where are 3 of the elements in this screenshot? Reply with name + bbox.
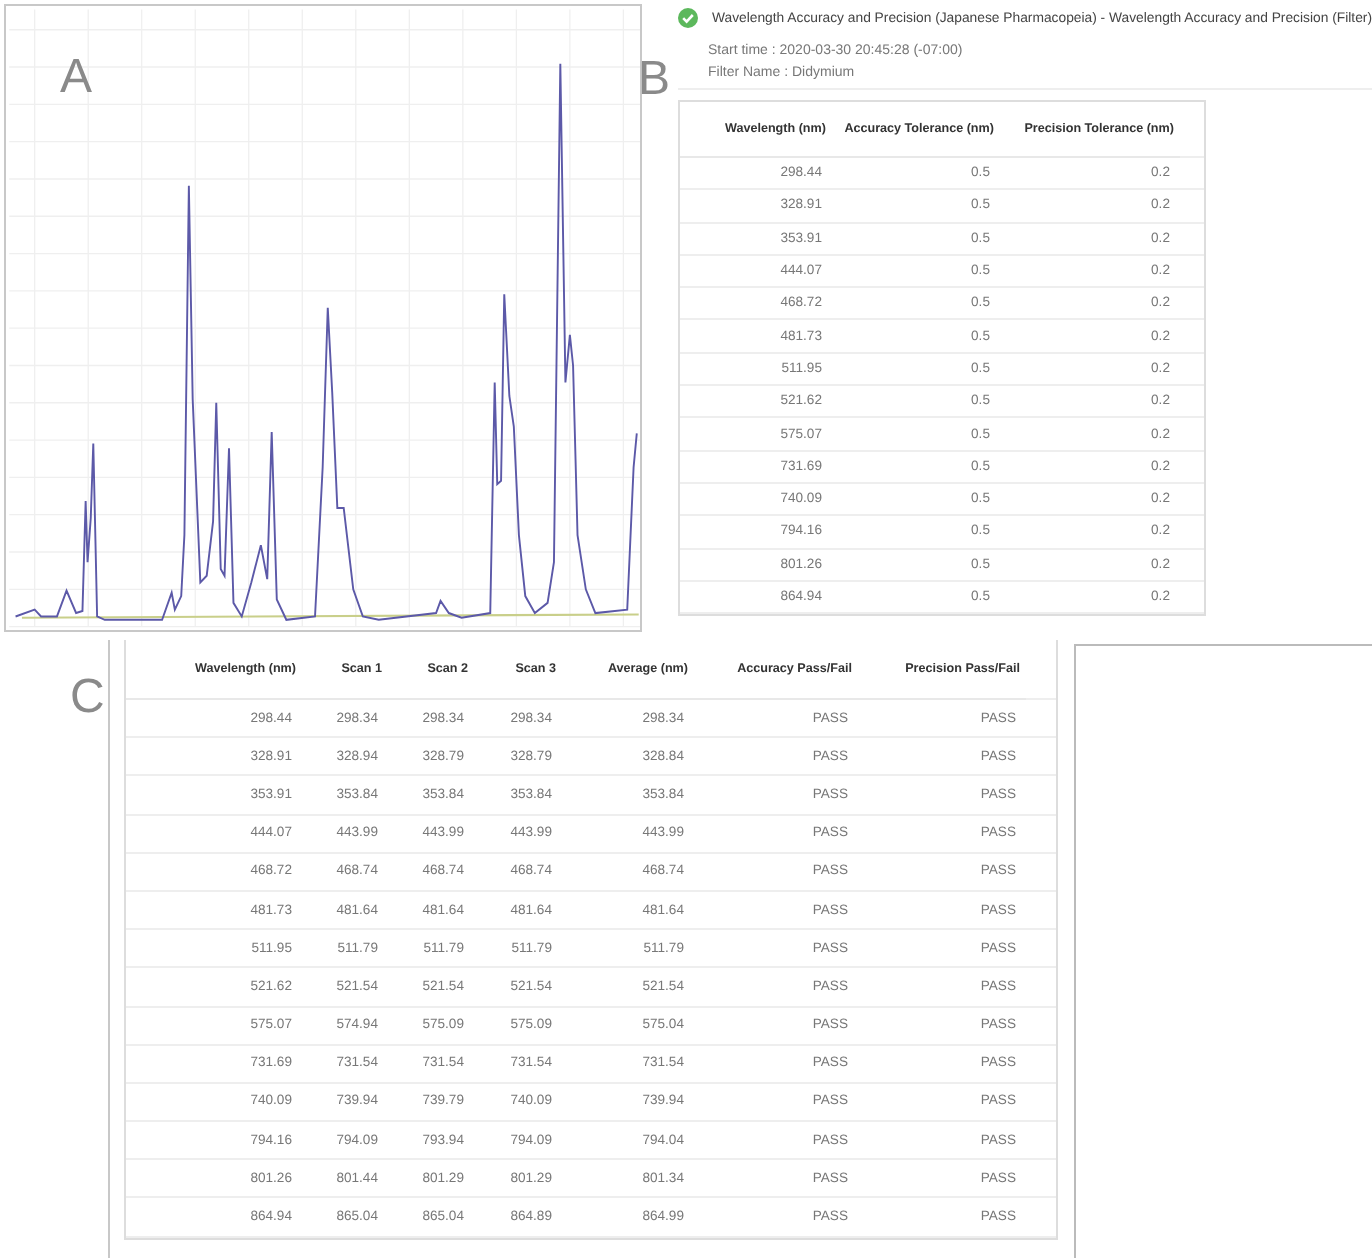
panel-letter: C xyxy=(70,674,105,722)
panel-letter: A xyxy=(60,54,93,102)
panel-letter: B xyxy=(637,56,670,104)
